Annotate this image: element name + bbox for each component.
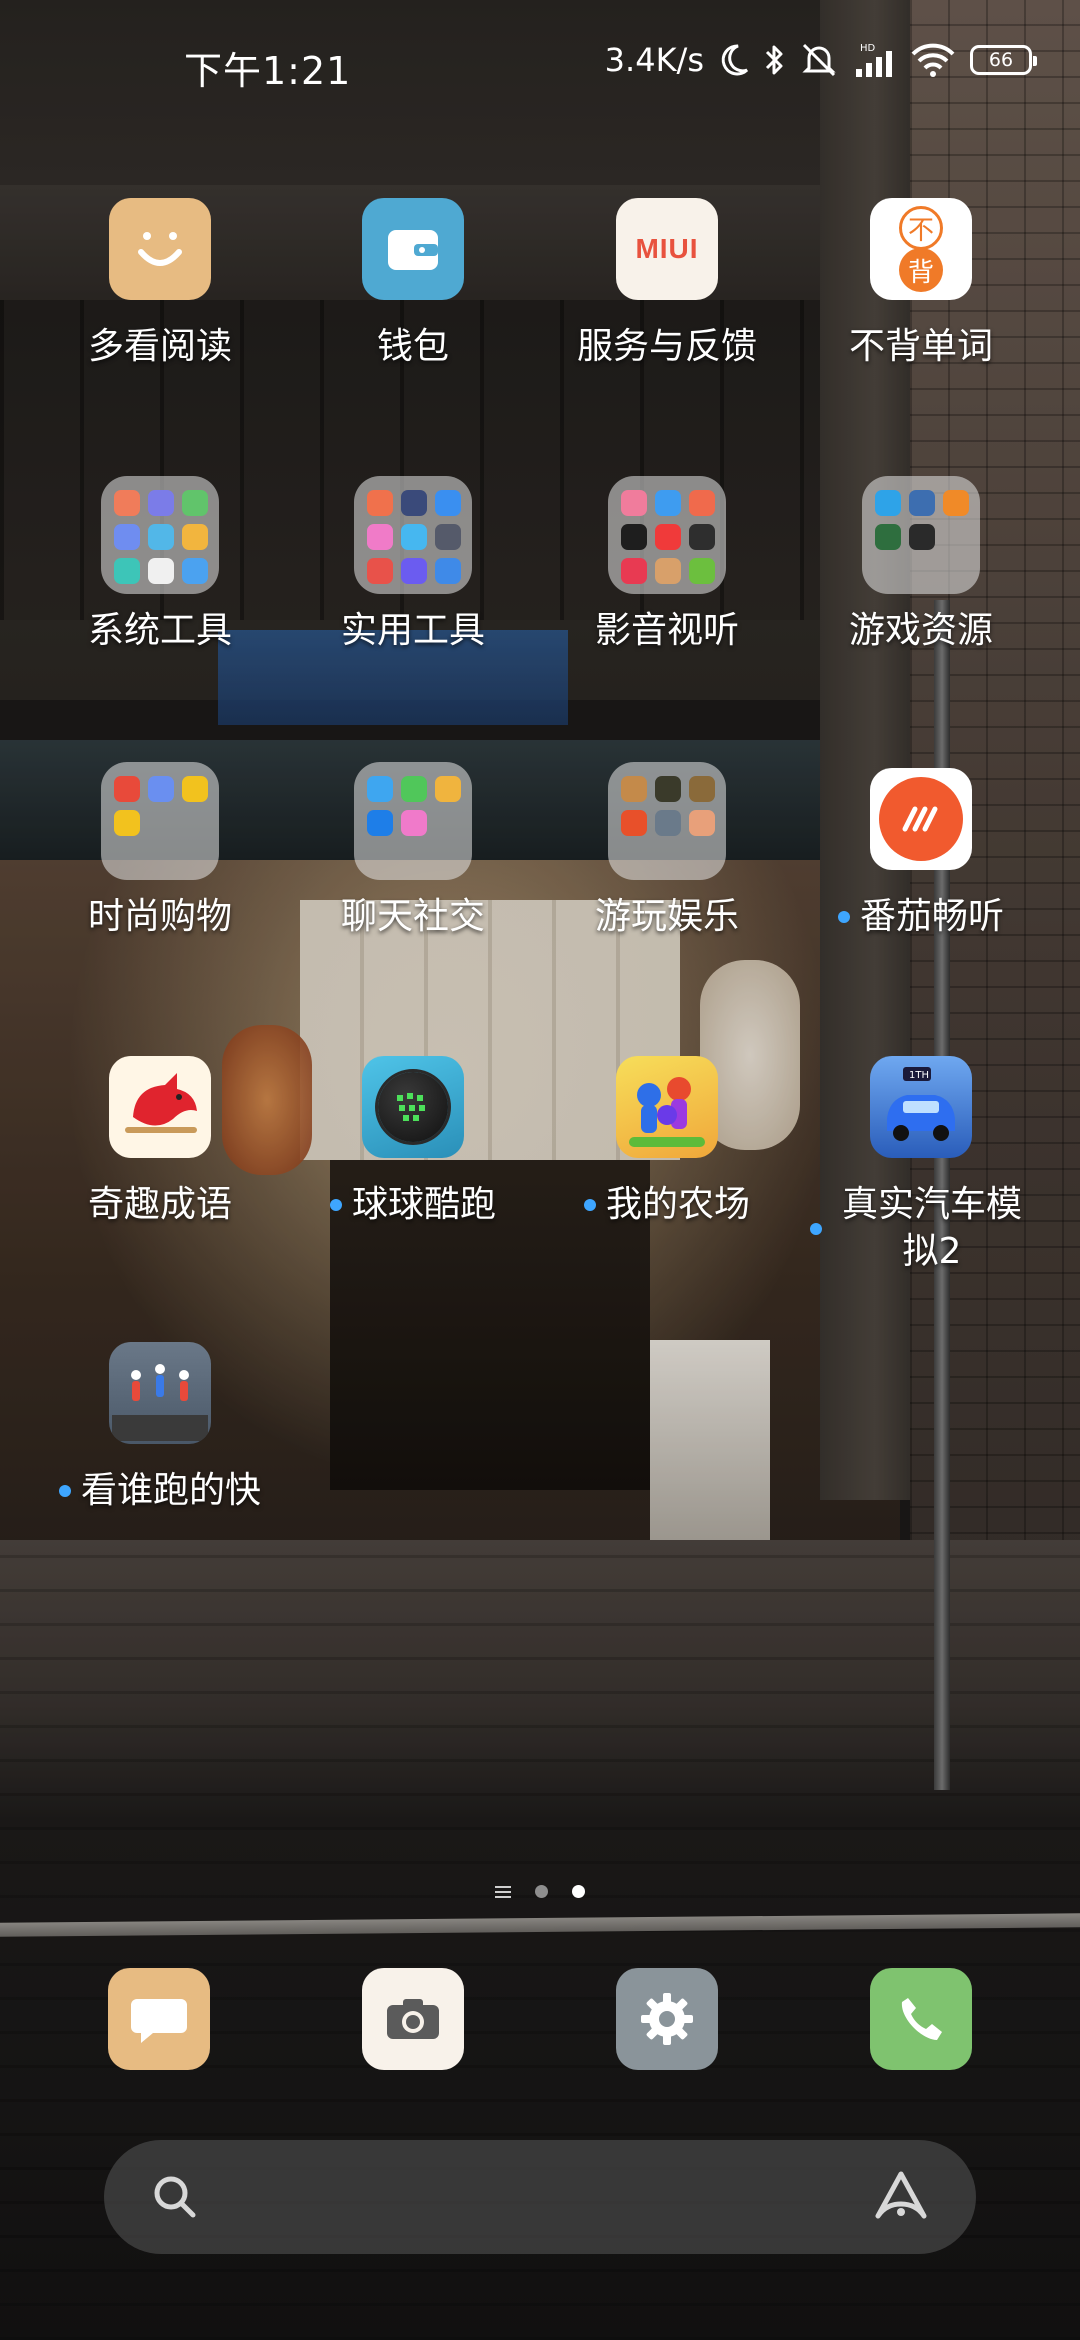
app-bubei-words[interactable]: 不 背 不背单词	[786, 198, 1056, 371]
miui-feedback-icon[interactable]: MIUI	[616, 198, 718, 300]
app-miui-feedback[interactable]: MIUI 服务与反馈	[532, 198, 802, 371]
app-label: 聊天社交	[340, 896, 485, 937]
folder-icon[interactable]	[608, 762, 726, 880]
folder-social[interactable]: 聊天社交	[278, 762, 548, 941]
app-idiom-game[interactable]: 奇趣成语	[25, 1056, 295, 1229]
network-speed: 3.4K/s	[604, 41, 704, 79]
bluetooth-icon	[764, 40, 786, 80]
page-dot-active[interactable]	[572, 1885, 585, 1898]
app-label-row: 看谁跑的快	[58, 1468, 261, 1515]
camera-icon[interactable]	[362, 1968, 464, 2070]
app-label: 奇趣成语	[87, 1184, 232, 1225]
wallet-icon[interactable]	[362, 198, 464, 300]
app-label: 系统工具	[87, 610, 232, 651]
fanqie-listen-icon[interactable]	[870, 768, 972, 870]
folder-icon[interactable]	[608, 476, 726, 594]
app-my-farm[interactable]: 我的农场	[532, 1056, 802, 1229]
battery-icon: 66	[970, 45, 1037, 75]
app-label-row: 真实汽车模拟2	[801, 1182, 1041, 1276]
app-label: 多看阅读	[87, 326, 232, 367]
app-label: 时尚购物	[87, 896, 232, 937]
page-indicator[interactable]	[0, 1885, 1080, 1898]
messages-icon[interactable]	[108, 1968, 210, 2070]
app-car-sim[interactable]: 1TH 真实汽车模拟2	[786, 1056, 1056, 1276]
duokan-reading-icon[interactable]	[109, 198, 211, 300]
ball-run-icon[interactable]	[362, 1056, 464, 1158]
app-ball-run[interactable]: 球球酷跑	[278, 1056, 548, 1229]
app-label: 不背单词	[848, 326, 993, 367]
app-label-row: 球球酷跑	[329, 1182, 496, 1229]
app-label: 真实汽车模拟2	[841, 1184, 1022, 1272]
folder-icon[interactable]	[101, 476, 219, 594]
app-label: 实用工具	[340, 610, 485, 651]
app-label: 影音视听	[594, 610, 739, 651]
app-wallet[interactable]: 钱包	[278, 198, 548, 371]
bubei-words-icon[interactable]: 不 背	[870, 198, 972, 300]
idiom-game-icon[interactable]	[109, 1056, 211, 1158]
app-who-runs-fast[interactable]: 看谁跑的快	[25, 1342, 295, 1515]
svg-text:1TH: 1TH	[909, 1070, 929, 1081]
search-icon[interactable]	[150, 2172, 200, 2226]
dock	[0, 1968, 1080, 2070]
signal-hd-icon: HD	[852, 40, 896, 80]
who-runs-fast-icon[interactable]	[109, 1342, 211, 1444]
mute-icon	[800, 40, 838, 80]
folder-entertainment[interactable]: 游玩娱乐	[532, 762, 802, 941]
app-fanqie-listen[interactable]: 番茄畅听	[786, 768, 1056, 941]
folder-media[interactable]: 影音视听	[532, 476, 802, 655]
folder-icon[interactable]	[354, 476, 472, 594]
folder-utility-tools[interactable]: 实用工具	[278, 476, 548, 655]
status-time: 下午1:21	[184, 49, 352, 93]
folder-icon[interactable]	[862, 476, 980, 594]
app-duokan-reading[interactable]: 多看阅读	[25, 198, 295, 371]
folder-icon[interactable]	[101, 762, 219, 880]
folder-system-tools[interactable]: 系统工具	[25, 476, 295, 655]
battery-level: 66	[988, 49, 1014, 71]
page-dot[interactable]	[535, 1885, 548, 1898]
app-label: 游玩娱乐	[594, 896, 739, 937]
folder-game-resources[interactable]: 游戏资源	[786, 476, 1056, 655]
app-label-row: 番茄畅听	[837, 894, 1004, 941]
car-sim-icon[interactable]: 1TH	[870, 1056, 972, 1158]
app-label: 番茄畅听	[859, 896, 1004, 937]
app-label: 我的农场	[605, 1184, 750, 1225]
status-icons: 3.4K/s HD 66	[604, 40, 1037, 80]
status-bar: 下午1:21 3.4K/s HD 66	[0, 0, 1080, 120]
svg-text:HD: HD	[860, 43, 876, 54]
app-label: 钱包	[376, 326, 449, 367]
assistant-icon[interactable]	[872, 2168, 930, 2230]
app-label: 服务与反馈	[576, 326, 757, 367]
new-badge	[329, 1199, 342, 1212]
folder-shopping[interactable]: 时尚购物	[25, 762, 295, 941]
app-label: 看谁跑的快	[80, 1470, 261, 1511]
new-badge	[837, 911, 850, 924]
wifi-icon	[910, 40, 956, 80]
folder-icon[interactable]	[354, 762, 472, 880]
app-label: 游戏资源	[848, 610, 993, 651]
my-farm-icon[interactable]	[616, 1056, 718, 1158]
app-label: 球球酷跑	[351, 1184, 496, 1225]
new-badge	[810, 1222, 822, 1235]
phone-icon[interactable]	[870, 1968, 972, 2070]
app-label-row: 我的农场	[583, 1182, 750, 1229]
search-bar[interactable]	[104, 2140, 976, 2254]
settings-icon[interactable]	[616, 1968, 718, 2070]
moon-icon	[718, 40, 750, 80]
new-badge	[58, 1485, 71, 1498]
menu-lines-icon[interactable]	[495, 1885, 511, 1898]
new-badge	[583, 1199, 596, 1212]
